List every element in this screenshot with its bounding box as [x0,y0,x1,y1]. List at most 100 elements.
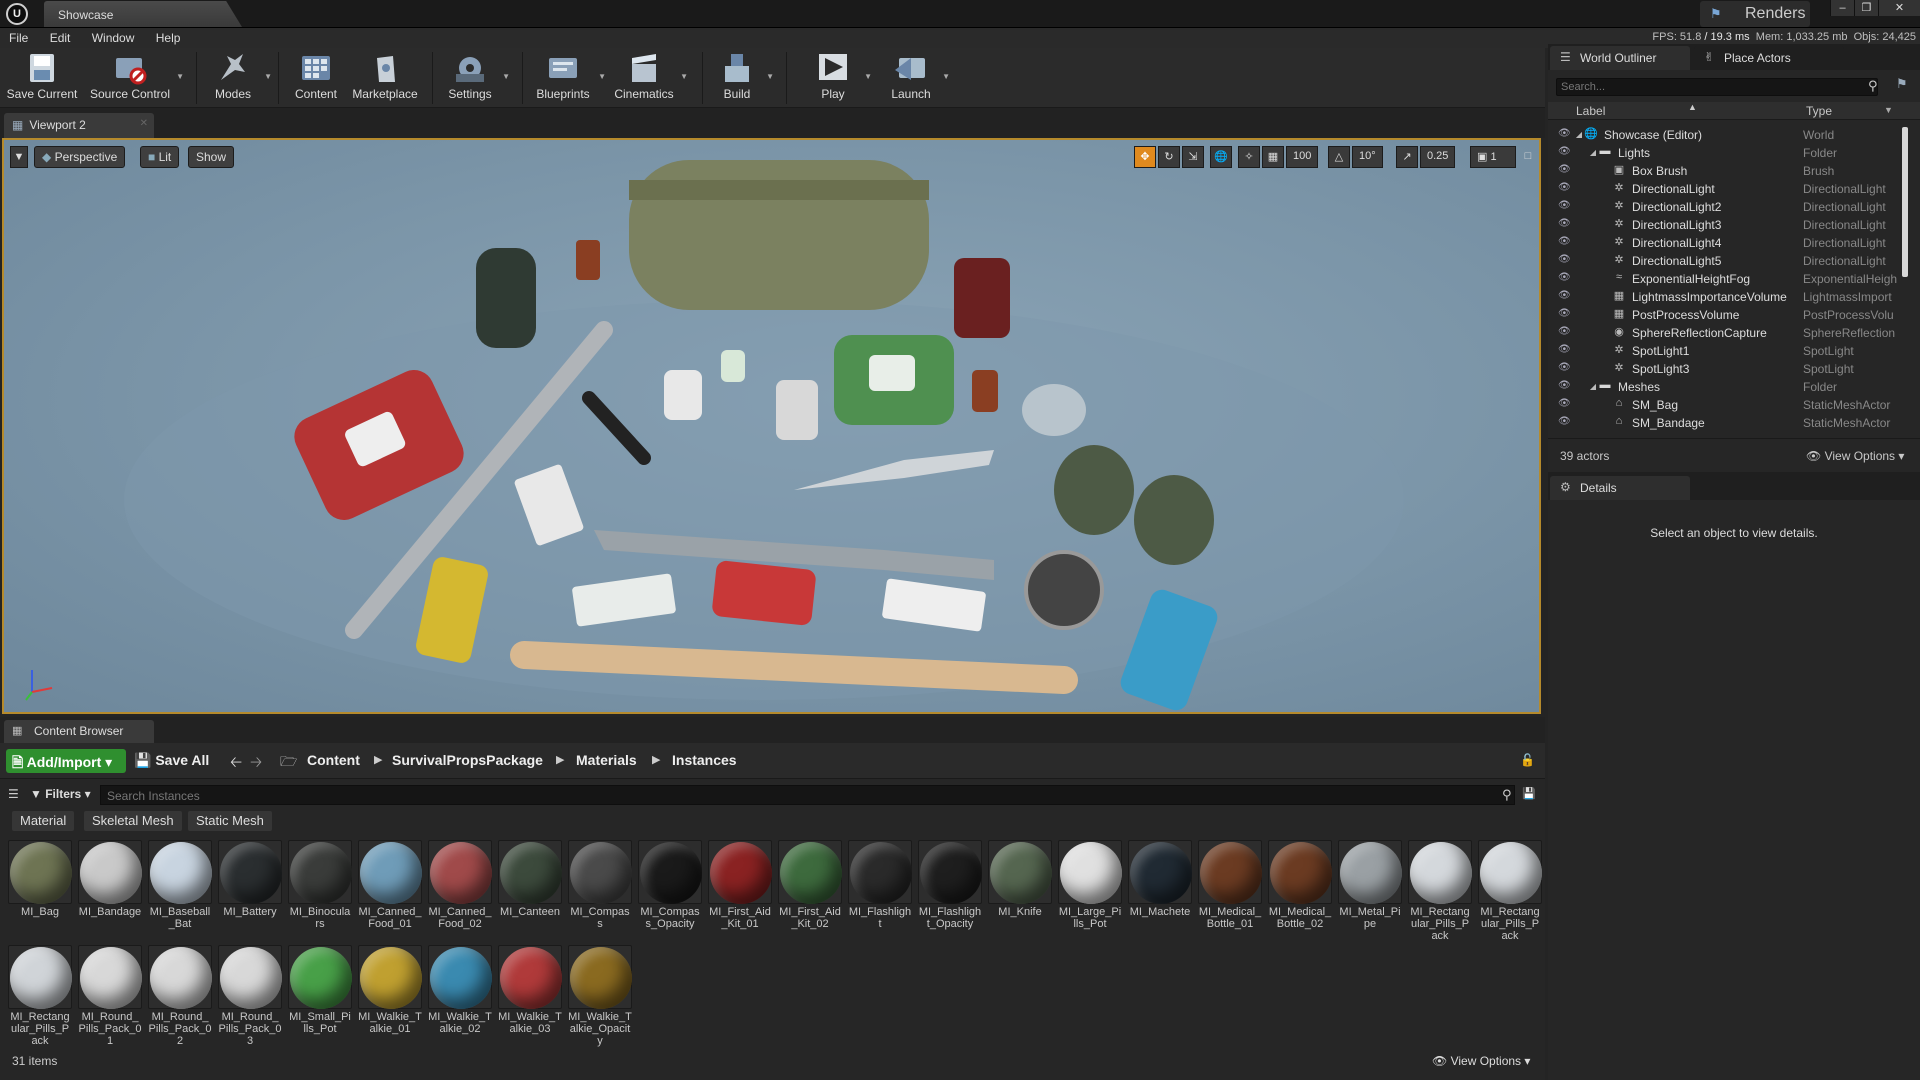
maximize-button[interactable]: ❐ [1854,0,1878,16]
save-all-button[interactable]: 💾 Save All [134,752,209,769]
close-window-button[interactable]: ✕ [1878,0,1920,16]
asset-tile[interactable]: MI_Walkie_Talkie_01 [358,945,422,1049]
breadcrumb-separator-icon[interactable]: ▶ [652,753,660,766]
asset-tile[interactable]: MI_Bag [8,840,72,944]
visibility-eye-icon[interactable]: 👁 [1558,362,1571,373]
outliner-row[interactable]: 👁 ◉ SphereReflectionCapture SphereReflectio… [1548,324,1906,342]
asset-tile[interactable]: MI_Flashlight_Opacity [918,840,982,944]
grid-snap-icon[interactable]: ▦ [1262,146,1284,168]
back-arrow-icon[interactable]: 🡠 [230,752,242,777]
lock-icon[interactable]: 🔓 [1520,753,1535,767]
chevron-down-icon[interactable]: ▼ [942,72,950,81]
outliner-row[interactable]: 👁 ▣ Box Brush Brush [1548,162,1906,180]
add-import-button[interactable]: 🗎 Add/Import ▾ [6,749,126,773]
grid-snap-value[interactable]: 100 [1286,146,1319,168]
menu-edit[interactable]: Edit [41,28,80,48]
asset-tile[interactable]: MI_Walkie_Talkie_Opacity [568,945,632,1049]
save-current-button[interactable]: Save Current [4,50,80,106]
outliner-row[interactable]: 👁 ◢ ▬ Lights Folder [1548,144,1906,162]
visibility-eye-icon[interactable]: 👁 [1558,326,1571,337]
asset-tile[interactable]: MI_Machete [1128,840,1192,944]
asset-tile[interactable]: MI_Compass_Opacity [638,840,702,944]
breadcrumb-survivalpropspackage[interactable]: SurvivalPropsPackage [392,752,543,768]
outliner-row[interactable]: 👁 ≈ ExponentialHeightFog ExponentialHeigh [1548,270,1906,288]
asset-tile[interactable]: MI_Rectangular_Pills_Pack [1408,840,1472,944]
perspective-button[interactable]: ◆ Perspective [34,146,126,168]
renders-button[interactable]: ⚑ Renders [1700,1,1810,27]
build-button[interactable]: Build ▼ [712,50,774,106]
visibility-eye-icon[interactable]: 👁 [1558,200,1571,211]
chevron-down-icon[interactable]: ▼ [176,72,184,81]
chevron-down-icon[interactable]: ▼ [766,72,774,81]
lit-view-mode-button[interactable]: ■ Lit [140,146,180,168]
asset-tile[interactable]: MI_Round_Pills_Pack_01 [78,945,142,1049]
filters-button[interactable]: ▼ Filters ▾ [30,787,91,801]
asset-tile[interactable]: MI_Large_Pills_Pot [1058,840,1122,944]
visibility-eye-icon[interactable]: 👁 [1558,182,1571,193]
launch-button[interactable]: Launch ▼ [884,50,950,106]
translate-mode-icon[interactable]: ✥ [1134,146,1156,168]
breadcrumb-materials[interactable]: Materials [576,752,637,768]
scene-render[interactable] [4,140,1539,712]
document-tab[interactable]: Showcase [44,1,242,27]
rotation-snap-icon[interactable]: △ [1328,146,1350,168]
chevron-down-icon[interactable]: ▼ [680,72,688,81]
chevron-down-icon[interactable]: ▼ [502,72,510,81]
outliner-row[interactable]: 👁 ⌂ SM_Bandage StaticMeshActor [1548,414,1906,432]
visibility-eye-icon[interactable]: 👁 [1558,218,1571,229]
scale-snap-value[interactable]: 0.25 [1420,146,1456,168]
visibility-eye-icon[interactable]: 👁 [1558,380,1571,391]
filter-chip-skeletal-mesh[interactable]: Skeletal Mesh [84,811,182,831]
outliner-row[interactable]: 👁 ✲ DirectionalLight2 DirectionalLight [1548,198,1906,216]
asset-tile[interactable]: MI_Baseball_Bat [148,840,212,944]
outliner-row[interactable]: 👁 ✲ DirectionalLight4 DirectionalLight [1548,234,1906,252]
asset-tile[interactable]: MI_First_Aid_Kit_01 [708,840,772,944]
visibility-eye-icon[interactable]: 👁 [1558,416,1571,427]
visibility-eye-icon[interactable]: 👁 [1558,254,1571,265]
asset-tile[interactable]: MI_Rectangular_Pills_Pack [8,945,72,1049]
visibility-eye-icon[interactable]: 👁 [1558,308,1571,319]
modes-button[interactable]: Modes ▼ [206,50,272,106]
camera-speed-button[interactable]: ▣ 1 [1470,146,1516,168]
close-icon[interactable]: ✕ [140,118,148,129]
viewport-tab[interactable]: ▦ Viewport 2 ✕ [4,113,154,138]
asset-tile[interactable]: MI_Canteen [498,840,562,944]
outliner-row[interactable]: 👁 ✲ SpotLight1 SpotLight [1548,342,1906,360]
outliner-scrollbar[interactable] [1902,127,1908,277]
asset-tile[interactable]: MI_Walkie_Talkie_02 [428,945,492,1049]
world-coordinate-icon[interactable]: 🌐 [1210,146,1232,168]
content-button[interactable]: Content [288,50,344,106]
asset-tile[interactable]: MI_Canned_Food_01 [358,840,422,944]
asset-tile[interactable]: MI_Bandage [78,840,142,944]
scale-mode-icon[interactable]: ⇲ [1182,146,1204,168]
menu-window[interactable]: Window [83,28,144,48]
asset-tile[interactable]: MI_Binoculars [288,840,352,944]
outliner-row[interactable]: 👁 ✲ SpotLight3 SpotLight [1548,360,1906,378]
cinematics-button[interactable]: Cinematics ▼ [612,50,688,106]
scale-snap-icon[interactable]: ↗ [1396,146,1418,168]
outliner-row[interactable]: 👁 ✲ DirectionalLight3 DirectionalLight [1548,216,1906,234]
visibility-eye-icon[interactable]: 👁 [1558,398,1571,409]
filter-chip-static-mesh[interactable]: Static Mesh [188,811,272,831]
outliner-row[interactable]: 👁 ▦ LightmassImportanceVolume LightmassImpo… [1548,288,1906,306]
settings-button[interactable]: Settings ▼ [442,50,510,106]
outliner-row[interactable]: 👁 ◢ 🌐 Showcase (Editor) World [1548,126,1906,144]
menu-help[interactable]: Help [147,28,190,48]
marketplace-button[interactable]: Marketplace [350,50,420,106]
visibility-eye-icon[interactable]: 👁 [1558,290,1571,301]
minimize-button[interactable]: – [1830,0,1854,16]
chevron-down-icon[interactable]: ▼ [598,72,606,81]
chevron-down-icon[interactable]: ▼ [864,72,872,81]
breadcrumb-separator-icon[interactable]: ▶ [374,753,382,766]
maximize-viewport-icon[interactable]: □ [1520,146,1536,168]
menu-file[interactable]: File [0,28,37,48]
level-viewport[interactable]: ▼ ◆ Perspective ■ Lit Show ✥ ↻ ⇲ 🌐 ✧ ▦ 1… [2,138,1541,714]
breadcrumb-content[interactable]: Content [307,752,360,768]
view-options-button[interactable]: 👁 View Options ▾ [1806,449,1904,463]
surface-snap-icon[interactable]: ✧ [1238,146,1260,168]
visibility-eye-icon[interactable]: 👁 [1558,128,1571,139]
asset-tile[interactable]: MI_First_Aid_Kit_02 [778,840,842,944]
outliner-row[interactable]: 👁 ▦ PostProcessVolume PostProcessVolu [1548,306,1906,324]
rotation-snap-value[interactable]: 10° [1352,146,1383,168]
folder-icon[interactable]: 🗁 [280,751,297,775]
